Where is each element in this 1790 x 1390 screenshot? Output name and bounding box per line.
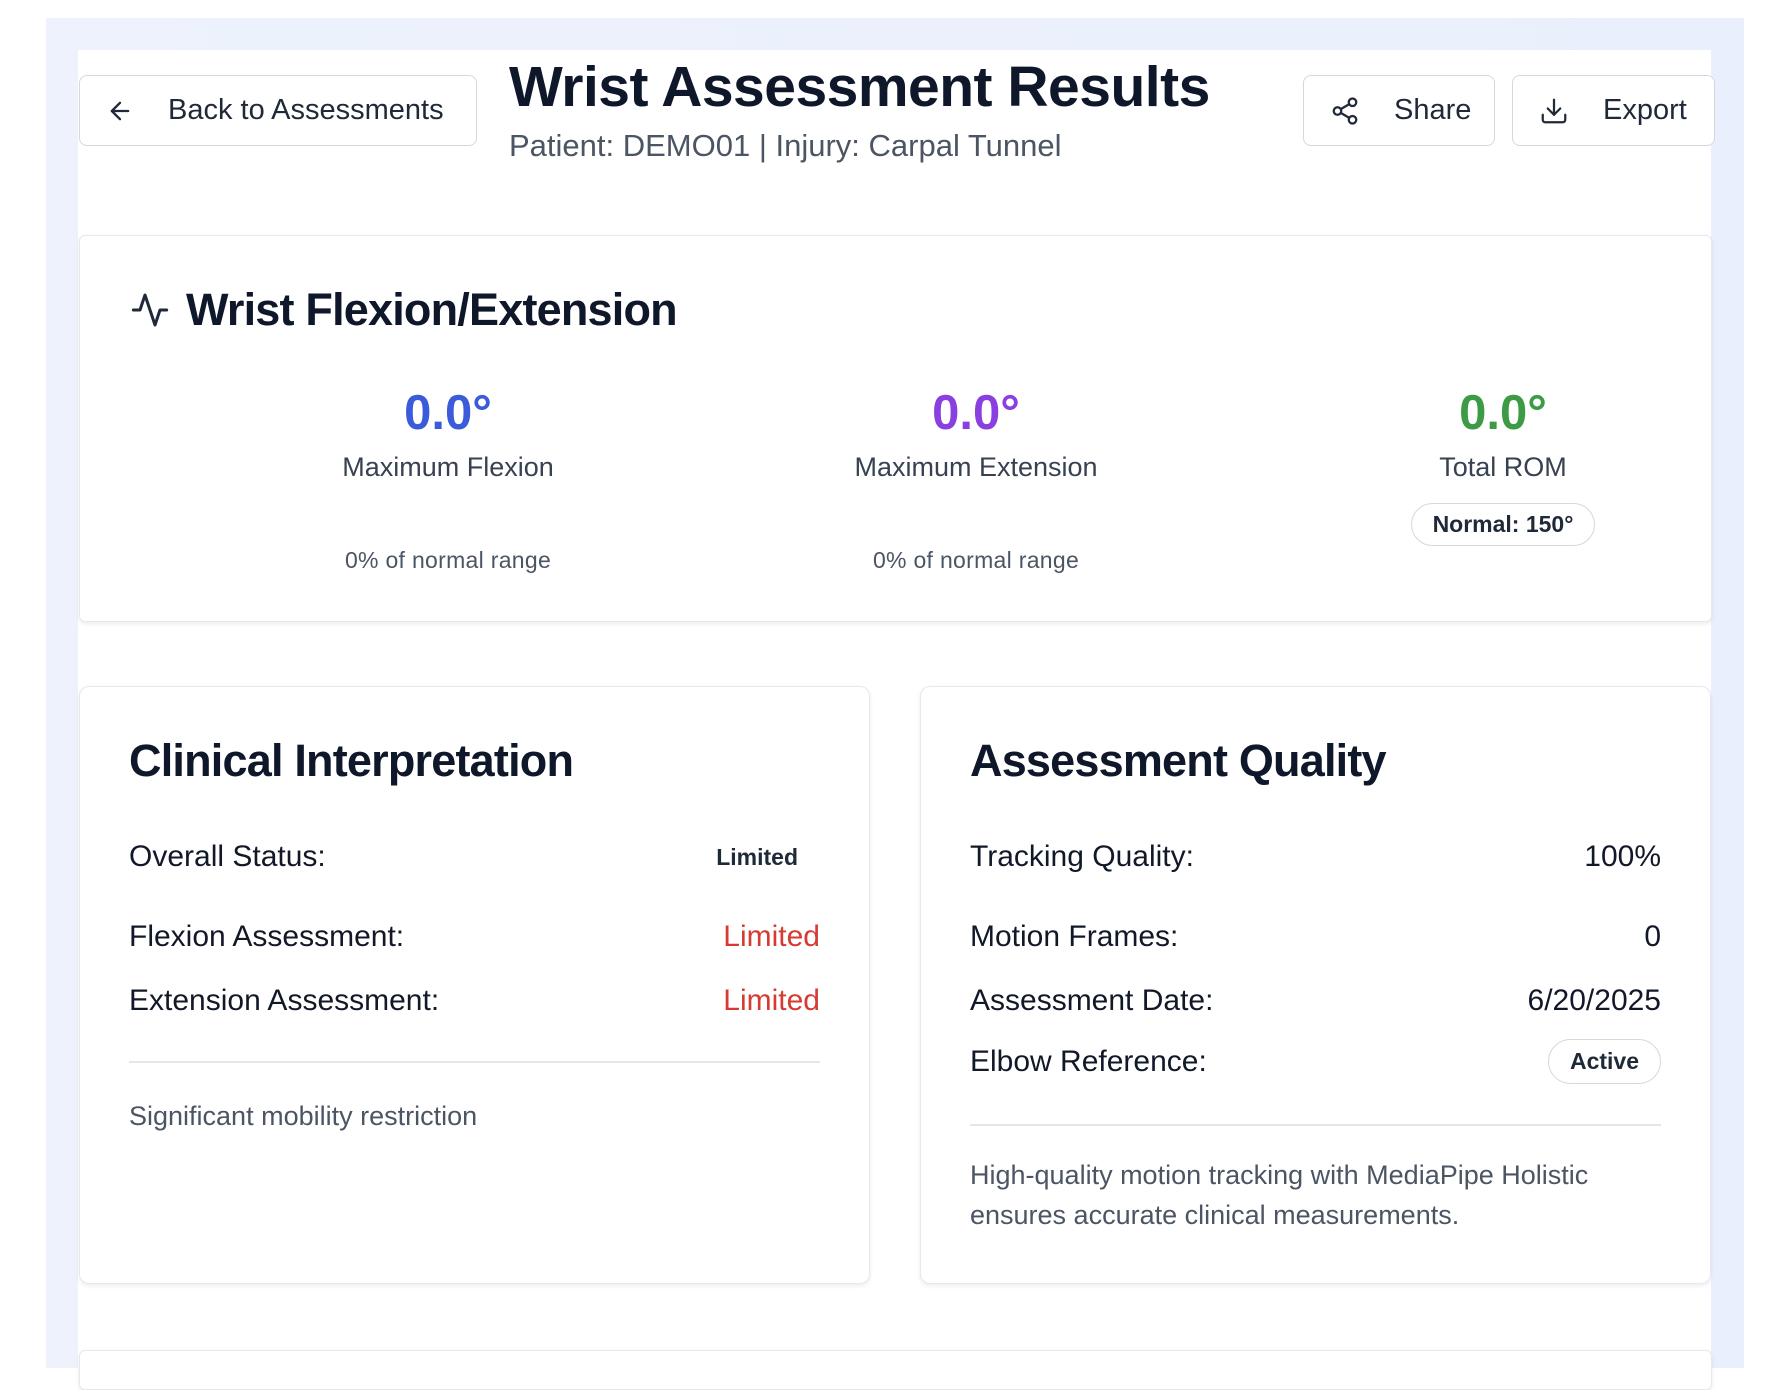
export-button[interactable]: Export bbox=[1512, 75, 1715, 146]
export-button-label: Export bbox=[1603, 94, 1687, 126]
assessment-date-row: Assessment Date: 6/20/2025 bbox=[970, 984, 1661, 1018]
overall-status-value: Limited bbox=[716, 843, 798, 870]
max-extension-value: 0.0° bbox=[932, 386, 1020, 440]
quality-divider bbox=[970, 1124, 1661, 1126]
elbow-reference-badge: Active bbox=[1547, 1039, 1661, 1084]
assessment-date-label: Assessment Date: bbox=[970, 984, 1214, 1017]
clinical-divider bbox=[129, 1061, 820, 1063]
max-extension-percent: 0% of normal range bbox=[872, 547, 1080, 573]
clinical-interpretation-card: Clinical Interpretation Overall Status: … bbox=[79, 686, 870, 1284]
quality-card-title: Assessment Quality bbox=[970, 735, 1387, 786]
page-title: Wrist Assessment Results bbox=[509, 55, 1210, 119]
share-button-label: Share bbox=[1394, 94, 1472, 126]
activity-icon bbox=[131, 293, 169, 327]
flexion-assessment-value: Limited bbox=[723, 920, 820, 953]
tracking-quality-value: 100% bbox=[1584, 840, 1661, 873]
elbow-reference-label: Elbow Reference: bbox=[970, 1044, 1207, 1078]
assessment-date-value: 6/20/2025 bbox=[1527, 984, 1661, 1017]
total-rom-label: Total ROM bbox=[1439, 452, 1567, 482]
elbow-reference-row: Elbow Reference: Active bbox=[970, 1039, 1661, 1084]
rom-card-title: Wrist Flexion/Extension bbox=[186, 284, 678, 335]
rom-card-header: Wrist Flexion/Extension bbox=[130, 284, 678, 336]
normal-range-badge: Normal: 150° bbox=[1410, 503, 1596, 546]
max-extension-metric: 0.0° Maximum Extension 0% of normal rang… bbox=[766, 384, 1186, 574]
tracking-quality-row: Tracking Quality: 100% bbox=[970, 840, 1661, 874]
flexion-assessment-label: Flexion Assessment: bbox=[129, 920, 405, 953]
quality-note: High-quality motion tracking with MediaP… bbox=[970, 1160, 1589, 1230]
share-button[interactable]: Share bbox=[1303, 75, 1495, 146]
flexion-assessment-row: Flexion Assessment: Limited bbox=[129, 920, 820, 954]
max-flexion-percent: 0% of normal range bbox=[344, 547, 552, 573]
extension-assessment-row: Extension Assessment: Limited bbox=[129, 984, 820, 1018]
page-subtitle: Patient: DEMO01 | Injury: Carpal Tunnel bbox=[509, 128, 1062, 163]
arrow-left-icon bbox=[110, 101, 130, 120]
overall-status-row: Overall Status: Limited bbox=[129, 840, 820, 874]
motion-frames-label: Motion Frames: bbox=[970, 920, 1179, 953]
share-icon bbox=[1332, 96, 1358, 125]
total-rom-metric: 0.0° Total ROM Normal: 150° bbox=[1293, 384, 1713, 546]
clinical-note: Significant mobility restriction bbox=[129, 1101, 478, 1131]
back-button-label: Back to Assessments bbox=[168, 94, 444, 126]
download-icon bbox=[1541, 98, 1567, 123]
total-rom-value: 0.0° bbox=[1459, 386, 1547, 440]
overall-status-label: Overall Status: bbox=[129, 840, 326, 873]
next-section-card bbox=[79, 1350, 1712, 1390]
tracking-quality-label: Tracking Quality: bbox=[970, 840, 1194, 873]
max-flexion-metric: 0.0° Maximum Flexion 0% of normal range bbox=[238, 384, 658, 574]
motion-frames-value: 0 bbox=[1644, 920, 1661, 953]
extension-assessment-label: Extension Assessment: bbox=[129, 984, 440, 1017]
max-flexion-value: 0.0° bbox=[404, 386, 492, 440]
clinical-card-title: Clinical Interpretation bbox=[129, 735, 574, 786]
motion-frames-row: Motion Frames: 0 bbox=[970, 920, 1661, 954]
back-to-assessments-button[interactable]: Back to Assessments bbox=[79, 75, 477, 146]
max-flexion-label: Maximum Flexion bbox=[342, 452, 554, 482]
max-extension-label: Maximum Extension bbox=[854, 452, 1098, 482]
extension-assessment-value: Limited bbox=[723, 984, 820, 1017]
rom-card: Wrist Flexion/Extension 0.0° Maximum Fle… bbox=[79, 235, 1712, 622]
assessment-quality-card: Assessment Quality Tracking Quality: 100… bbox=[920, 686, 1711, 1284]
